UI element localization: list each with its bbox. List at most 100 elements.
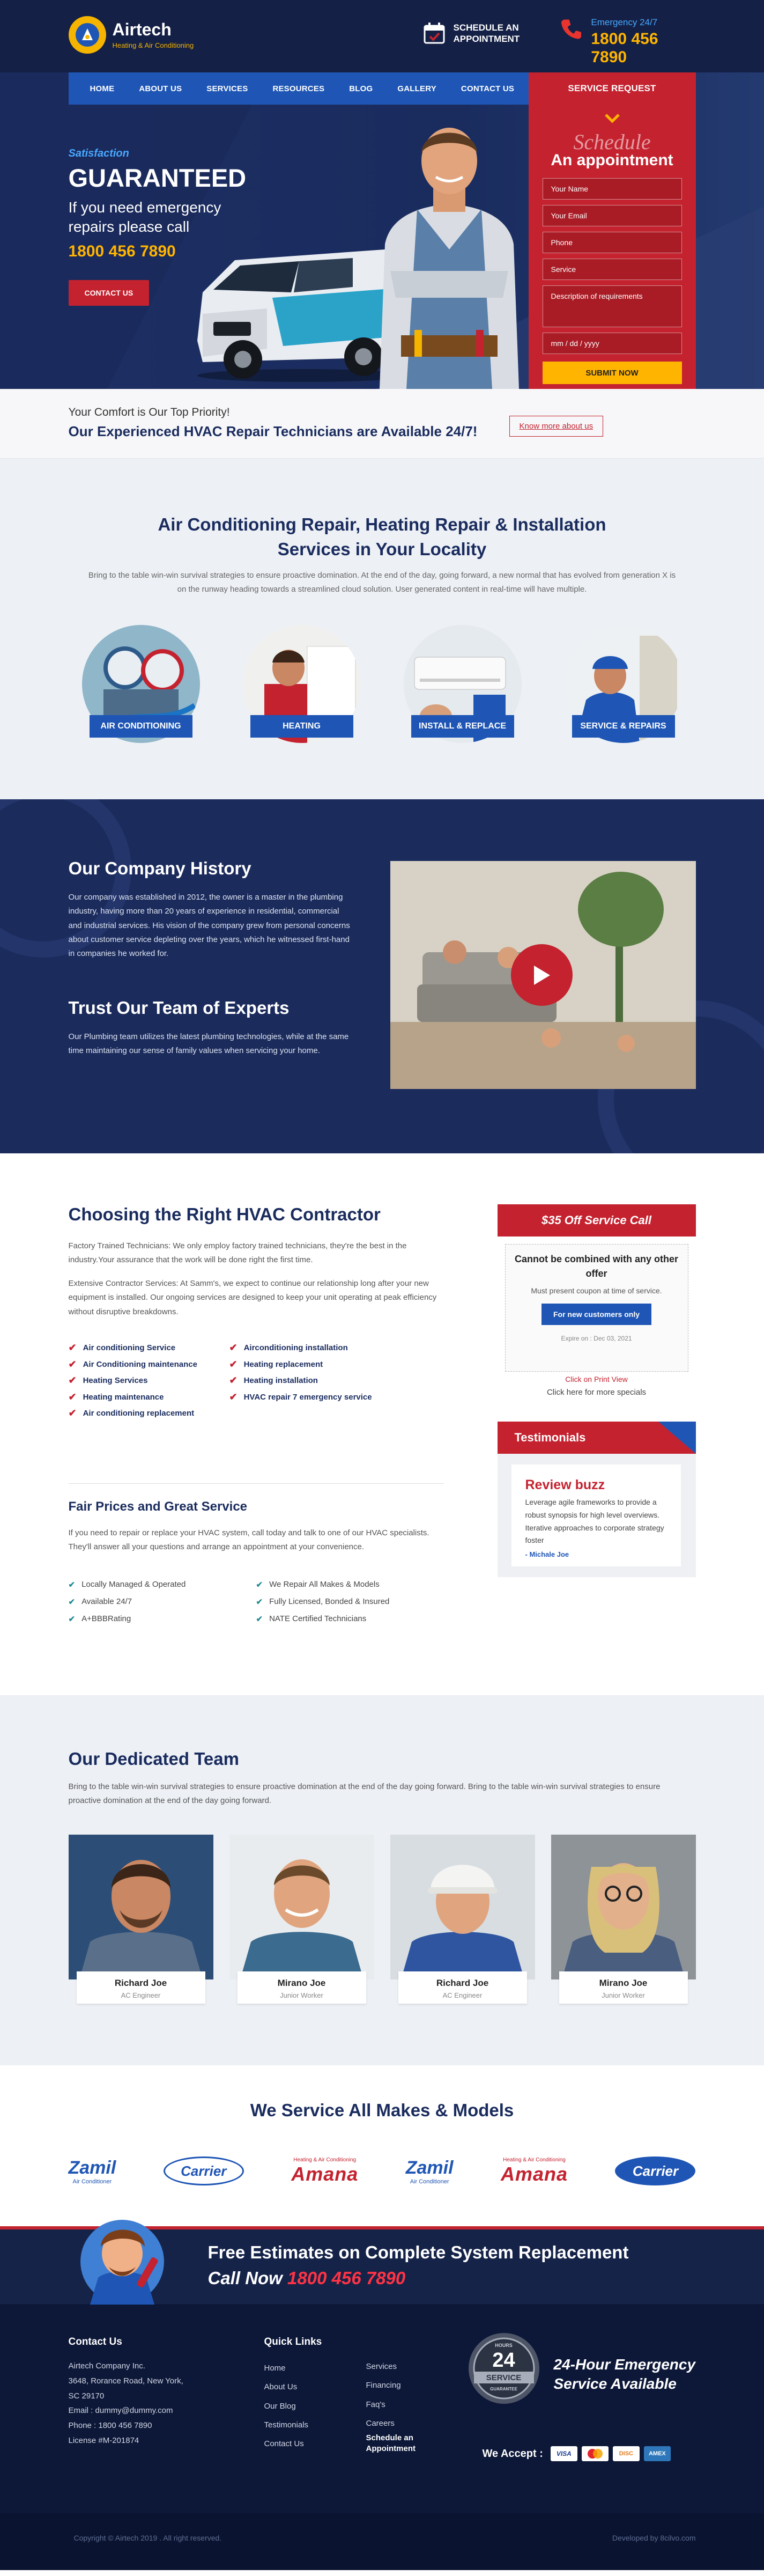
benefits-list: ✔ Locally Managed & Operated ✔ We Repair A… (69, 1580, 444, 1624)
priority-line2: Our Experienced HVAC Repair Technicians … (68, 423, 478, 439)
contact-us-button[interactable]: CONTACT US (68, 279, 150, 306)
list-item: ✔ Air conditioning replacement (69, 1408, 229, 1420)
name-field[interactable]: Your Name (542, 178, 682, 200)
team-member-card[interactable]: Mirano Joe Junior Worker (229, 1835, 374, 2012)
appointment-form: Schedule An appointment Your Name Your E… (528, 105, 696, 389)
badge-number: 24 (492, 2349, 515, 2372)
coupon-note: Must present coupon at time of service. (531, 1286, 662, 1295)
team-member-card[interactable]: Richard Joe AC Engineer (68, 1835, 213, 2012)
list-item: ✔ Available 24/7 (68, 1597, 132, 1607)
footer-contact-title: Contact Us (68, 2336, 122, 2347)
banner-call[interactable]: Call Now 1800 456 7890 (208, 2268, 406, 2288)
team-member-photo (68, 1835, 213, 1979)
check-icon: ✔ (68, 1391, 77, 1402)
footer-link-about[interactable]: About Us (264, 2378, 322, 2396)
team-member-card[interactable]: Mirano Joe Junior Worker (551, 1835, 696, 2012)
service-request-button[interactable]: SERVICE REQUEST (528, 72, 696, 105)
service-card-service-repairs[interactable]: SERVICE & REPAIRS (564, 625, 683, 748)
experts-title: Trust Our Team of Experts (68, 998, 290, 1018)
zamil-logo: Zamil Air Conditioner (68, 2157, 116, 2185)
check-icon: ✔ (256, 1615, 263, 1624)
email-field[interactable]: Your Email (542, 205, 682, 226)
testimonial-card: Review buzz Leverage agile frameworks to… (511, 1464, 681, 1566)
more-specials-link[interactable]: Click here for more specials (498, 1388, 696, 1397)
team-member-info: Mirano Joe Junior Worker (237, 1971, 366, 2004)
coupon-body: Cannot be combined with any other offer … (505, 1244, 688, 1372)
nav-blog[interactable]: BLOG (337, 84, 385, 93)
hero-line1: If you need emergency (68, 199, 221, 216)
date-field[interactable]: mm / dd / yyyy (542, 333, 682, 354)
brands-title: We Service All Makes & Models (250, 2100, 514, 2120)
visa-card-icon: VISA (550, 2446, 577, 2461)
logo[interactable]: Airtech Heating & Air Conditioning (68, 16, 194, 54)
brand-name: Airtech (112, 19, 172, 39)
play-button[interactable] (510, 944, 573, 1006)
check-icon: ✔ (229, 1358, 238, 1370)
emergency-contact[interactable]: Emergency 24/7 1800 456 7890 (560, 17, 696, 67)
nav-about[interactable]: ABOUT US (127, 84, 194, 93)
amana-logo: Heating & Air Conditioning Amana (291, 2157, 359, 2185)
team-member-info: Mirano Joe Junior Worker (559, 1971, 688, 2004)
list-item: ✔ Air conditioning Service (69, 1342, 229, 1355)
footer-link-careers[interactable]: Careers (366, 2414, 436, 2433)
footer-address-3: SC 29170 (68, 2391, 105, 2401)
new-customers-button[interactable]: For new customers only (541, 1304, 652, 1325)
nav-gallery[interactable]: GALLERY (385, 84, 449, 93)
service-card-install-replace[interactable]: INSTALL & REPLACE (403, 625, 522, 748)
service-card-air-conditioning[interactable]: AIR CONDITIONING (81, 625, 200, 748)
emergency-phone[interactable]: 1800 456 7890 (591, 30, 695, 67)
service-label: HEATING (250, 715, 353, 738)
team-title: Our Dedicated Team (68, 1749, 239, 1769)
check-icon: ✔ (68, 1375, 77, 1386)
footer-link-contact[interactable]: Contact Us (264, 2434, 322, 2453)
footer-link-services[interactable]: Services (366, 2357, 436, 2376)
schedule-link[interactable]: SCHEDULE AN APPOINTMENT (422, 21, 520, 45)
submit-button[interactable]: SUBMIT NOW (542, 362, 682, 384)
phone-field[interactable]: Phone (542, 232, 682, 253)
team-member-info: Richard Joe AC Engineer (76, 1971, 205, 2004)
top-header: Airtech Heating & Air Conditioning SCHED… (0, 0, 764, 105)
footer-link-home[interactable]: Home (264, 2359, 322, 2378)
phone-icon (561, 19, 581, 39)
copyright-bar: Copyright © Airtech 2019 . All right res… (0, 2513, 764, 2570)
description-field[interactable]: Description of requirements (542, 285, 682, 327)
team-member-name: Richard Joe (436, 1978, 489, 1988)
footer-link-schedule[interactable]: Schedule an Appointment (366, 2433, 436, 2454)
print-view-link[interactable]: Click on Print View (498, 1375, 696, 1383)
list-item: ✔ Locally Managed & Operated (68, 1580, 186, 1589)
service-field[interactable]: Service (542, 259, 682, 280)
footer-phone[interactable]: Phone : 1800 456 7890 (69, 2418, 183, 2433)
services-text: Bring to the table win-win survival stra… (88, 571, 676, 594)
know-more-button[interactable]: Know more about us (509, 416, 604, 437)
check-icon: ✔ (68, 1408, 77, 1418)
experts-text: Our Plumbing team utilizes the latest pl… (68, 1032, 349, 1056)
badge-bottom: GUARANTEE (490, 2387, 517, 2391)
fair-prices-title: Fair Prices and Great Service (68, 1499, 248, 1514)
developer-credit[interactable]: Developed by 8cilvo.com (612, 2534, 696, 2542)
coupon-expiry: Expire on : Dec 03, 2021 (561, 1335, 632, 1342)
nav-resources[interactable]: RESOURCES (260, 84, 337, 93)
history-text: Our company was established in 2012, the… (68, 893, 350, 958)
nav-home[interactable]: HOME (69, 84, 127, 93)
footer-link-financing[interactable]: Financing (366, 2376, 436, 2395)
service-card-heating[interactable]: HEATING (242, 625, 361, 748)
calendar-icon (424, 23, 444, 44)
footer-contact: Contact Us Airtech Company Inc. 3648, Ro… (69, 2336, 183, 2448)
nav-contact[interactable]: CONTACT US (449, 84, 526, 93)
footer-email[interactable]: Email : dummy@dummy.com (69, 2403, 183, 2418)
footer-quick-links: Quick Links Home About Us Our Blog Testi… (264, 2336, 322, 2453)
footer-link-blog[interactable]: Our Blog (264, 2397, 322, 2416)
check-icon: ✔ (68, 1342, 77, 1353)
team-member-name: Mirano Joe (599, 1978, 648, 1988)
history-title: Our Company History (68, 858, 251, 878)
footer-link-faq[interactable]: Faq's (366, 2395, 436, 2414)
company-video[interactable] (390, 861, 696, 1089)
team-member-card[interactable]: Richard Joe AC Engineer (390, 1835, 535, 2012)
history-section: Our Company History Our company was esta… (0, 799, 764, 1153)
service-label: AIR CONDITIONING (89, 715, 192, 738)
footer-link-testimonials[interactable]: Testimonials (264, 2416, 322, 2434)
nav-services[interactable]: SERVICES (194, 84, 260, 93)
hero-section: Satisfaction GUARANTEED If you need emer… (0, 72, 764, 389)
logo-mark (68, 16, 106, 54)
check-icon: ✔ (229, 1375, 238, 1386)
